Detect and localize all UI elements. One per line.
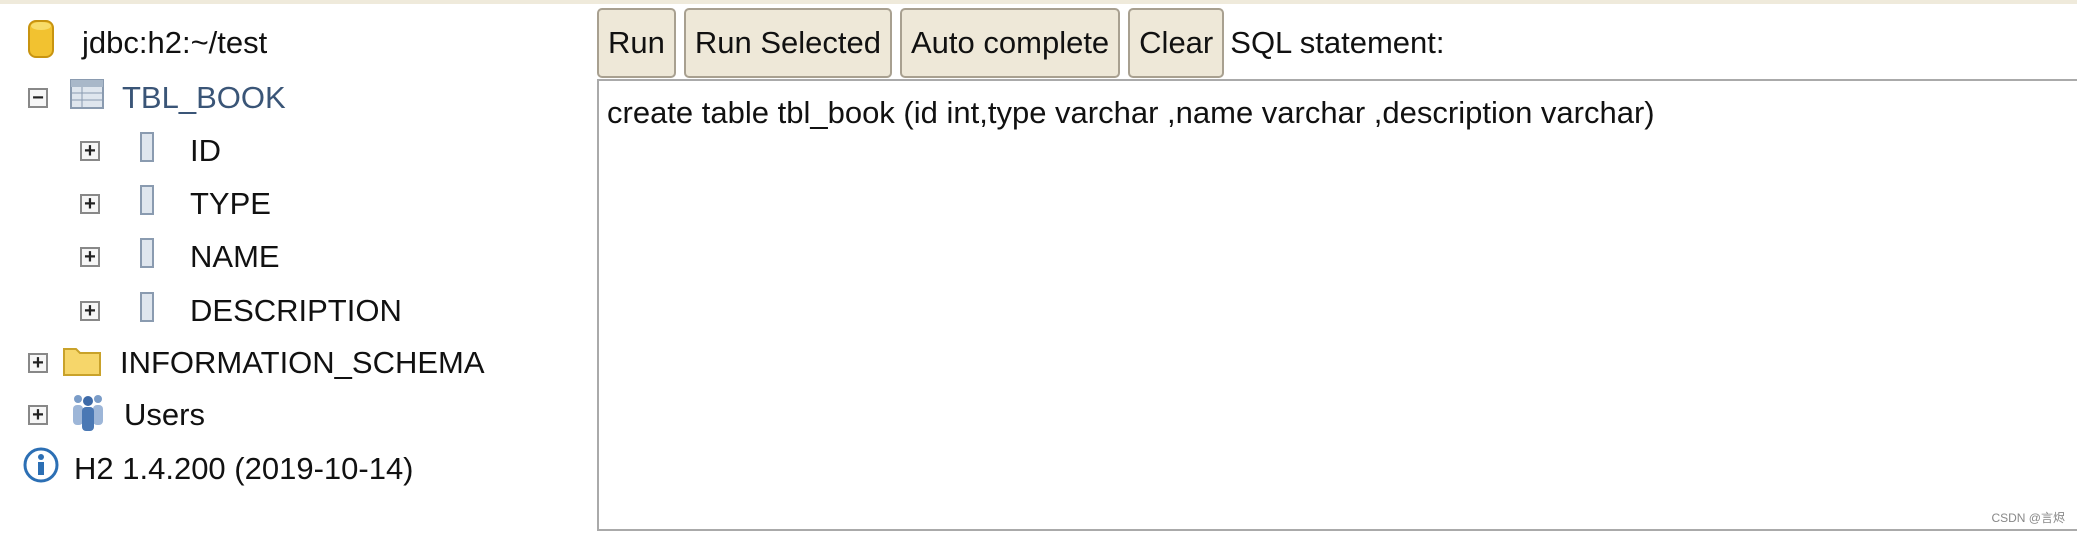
column-icon [140, 132, 154, 170]
auto-complete-button[interactable]: Auto complete [900, 8, 1121, 78]
column-label: ID [190, 133, 221, 168]
column-label: TYPE [190, 186, 271, 221]
schema-tree: jdbc:h2:~/test − TBL_BOOK + ID + TYPE + … [0, 0, 590, 534]
column-label: NAME [190, 239, 280, 274]
column-icon [140, 238, 154, 276]
clear-button[interactable]: Clear [1128, 8, 1225, 78]
connection-label: jdbc:h2:~/test [82, 25, 268, 60]
expand-icon[interactable]: + [80, 247, 100, 267]
column-icon [140, 185, 154, 223]
tree-version: H2 1.4.200 (2019-10-14) [22, 444, 414, 494]
info-icon [22, 446, 60, 492]
tree-schema[interactable]: + INFORMATION_SCHEMA [28, 338, 485, 388]
expand-icon[interactable]: + [80, 301, 100, 321]
expand-icon[interactable]: + [28, 405, 48, 425]
schema-label: INFORMATION_SCHEMA [120, 345, 485, 380]
expand-icon[interactable]: + [80, 141, 100, 161]
column-label: DESCRIPTION [190, 293, 402, 328]
users-icon [70, 391, 106, 439]
sql-editor[interactable]: create table tbl_book (id int,type varch… [597, 79, 2077, 531]
tree-table-tbl-book[interactable]: − TBL_BOOK [28, 73, 286, 123]
expand-icon[interactable]: + [80, 194, 100, 214]
column-icon [140, 292, 154, 330]
version-label: H2 1.4.200 (2019-10-14) [74, 451, 414, 486]
tree-column[interactable]: + NAME [80, 232, 280, 282]
watermark: CSDN @言烬 [1991, 511, 2065, 525]
collapse-icon[interactable]: − [28, 88, 48, 108]
sql-statement-label: SQL statement: [1230, 25, 1445, 60]
tree-column[interactable]: + ID [80, 126, 221, 176]
tree-users[interactable]: + Users [28, 390, 205, 440]
folder-icon [62, 341, 102, 385]
tree-column[interactable]: + DESCRIPTION [80, 286, 402, 336]
run-button[interactable]: Run [597, 8, 676, 78]
table-label[interactable]: TBL_BOOK [122, 80, 286, 116]
tree-column[interactable]: + TYPE [80, 179, 271, 229]
toolbar: Run Run Selected Auto complete Clear SQL… [597, 8, 1445, 78]
tree-connection[interactable]: jdbc:h2:~/test [28, 18, 267, 68]
run-selected-button[interactable]: Run Selected [683, 8, 892, 78]
users-label: Users [124, 397, 205, 432]
database-icon [28, 19, 54, 67]
table-icon [70, 79, 104, 117]
expand-icon[interactable]: + [28, 353, 48, 373]
